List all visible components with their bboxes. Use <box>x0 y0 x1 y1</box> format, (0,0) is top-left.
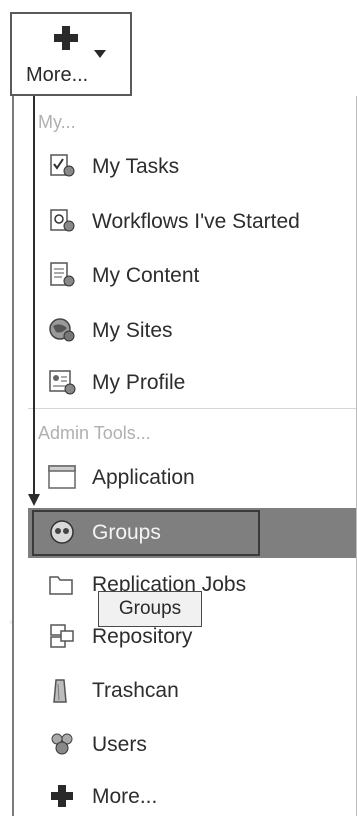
menu-item-label: My Profile <box>92 371 186 394</box>
plus-icon <box>51 785 73 807</box>
chevron-down-icon <box>94 50 106 58</box>
repository-icon <box>50 624 74 648</box>
menu-item-label: Trashcan <box>92 679 179 702</box>
menu-item-label: My Sites <box>92 319 173 342</box>
menu-item-application[interactable]: Application <box>28 455 356 501</box>
section-divider <box>28 408 356 409</box>
groups-tooltip: Groups <box>98 591 202 627</box>
menu-item-label: Groups <box>92 521 161 544</box>
menu-item-label: Repository <box>92 625 193 648</box>
trashcan-icon <box>53 679 67 703</box>
more-button-label: More... <box>26 64 89 86</box>
more-menu: My... My Tasks Workflows I've Started My… <box>12 96 357 816</box>
application-icon <box>48 465 76 489</box>
menu-item-my-content[interactable]: My Content <box>28 253 356 299</box>
groups-icon <box>50 520 74 544</box>
menu-item-trashcan[interactable]: Trashcan <box>28 668 356 714</box>
menu-item-workflows-started[interactable]: Workflows I've Started <box>28 199 356 245</box>
menu-item-groups[interactable]: Groups <box>28 508 356 558</box>
menu-item-my-sites[interactable]: My Sites <box>28 308 356 354</box>
workflow-icon <box>50 209 75 232</box>
content-icon <box>50 262 75 287</box>
menu-item-label: Users <box>92 733 147 756</box>
menu-item-label: My Tasks <box>92 155 180 178</box>
menu-item-more[interactable]: More... <box>28 774 356 820</box>
section-label-my: My... <box>38 112 76 132</box>
more-button[interactable]: More... <box>10 12 132 96</box>
menu-item-label: Application <box>92 466 195 489</box>
sites-icon <box>49 318 75 342</box>
profile-icon <box>49 370 76 395</box>
section-label-admin-tools: Admin Tools... <box>38 423 151 443</box>
menu-item-my-tasks[interactable]: My Tasks <box>28 144 356 190</box>
menu-item-label: More... <box>92 785 158 808</box>
plus-icon <box>54 26 78 50</box>
folder-icon <box>49 576 73 595</box>
menu-item-label: Workflows I've Started <box>92 210 300 233</box>
tasks-icon <box>50 154 75 177</box>
menu-item-label: My Content <box>92 264 200 287</box>
menu-item-users[interactable]: Users <box>28 722 356 768</box>
users-icon <box>51 733 73 755</box>
menu-item-my-profile[interactable]: My Profile <box>28 360 356 406</box>
